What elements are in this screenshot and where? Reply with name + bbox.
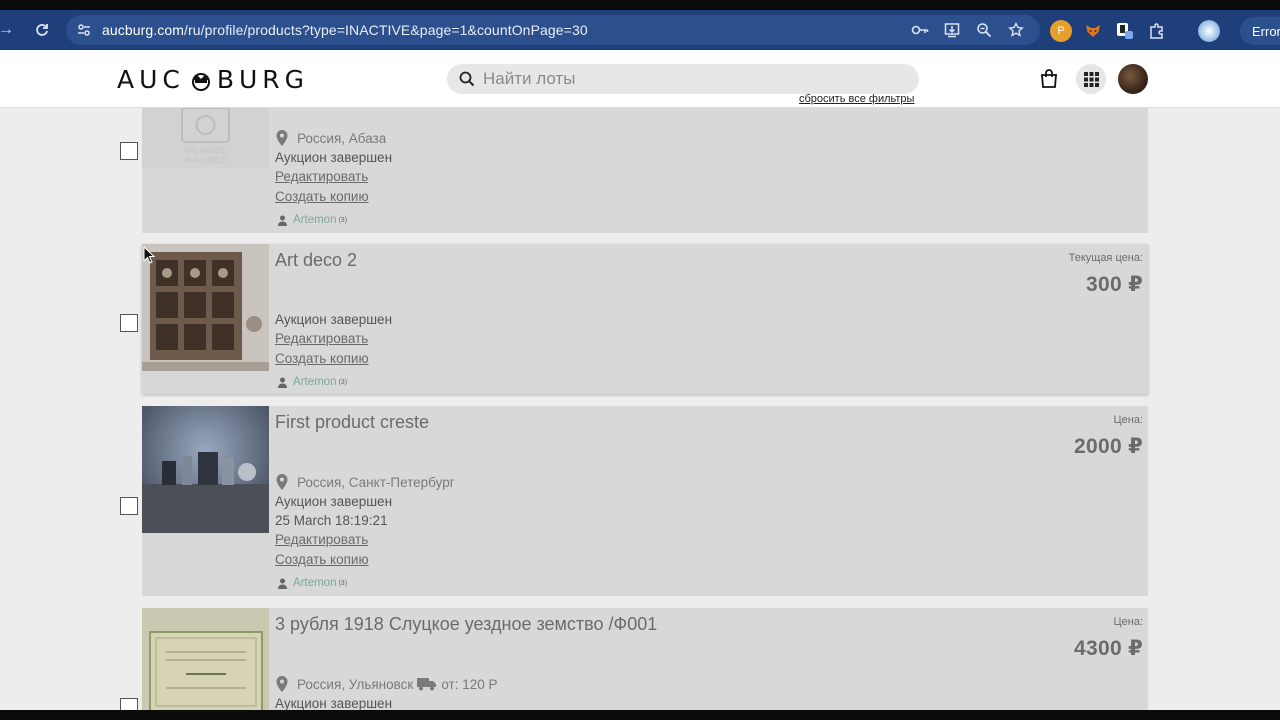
reload-icon[interactable] xyxy=(28,16,56,44)
install-app-icon[interactable] xyxy=(942,20,962,40)
create-copy-link[interactable]: Создать копию xyxy=(275,351,369,366)
product-image[interactable] xyxy=(142,406,269,533)
screen-bottom-strip xyxy=(0,710,1280,720)
extension-fox-icon[interactable] xyxy=(1082,20,1104,42)
product-title[interactable]: 3 рубля 1918 Слуцкое уездное земство /Ф0… xyxy=(275,614,657,635)
product-image[interactable] xyxy=(142,244,269,371)
product-location: Россия, Санкт-Петербург xyxy=(275,474,455,490)
delivery-truck-icon xyxy=(417,678,437,691)
mouse-cursor-icon xyxy=(143,246,155,264)
product-date: 25 March 18:19:21 xyxy=(275,513,388,528)
site-header: AUC BURG сбросить все фильтры xyxy=(0,50,1280,108)
price-label: Цена: xyxy=(1113,616,1143,628)
address-bar-icons xyxy=(910,20,1026,40)
no-image-placeholder: NO IMAGE AVAILABLE xyxy=(142,108,269,168)
screen-top-strip xyxy=(0,0,1280,10)
key-icon[interactable] xyxy=(910,20,930,40)
edit-link[interactable]: Редактировать xyxy=(275,532,368,547)
product-card[interactable]: 3 рубля 1918 Слуцкое уездное земство /Ф0… xyxy=(142,608,1148,710)
product-checkbox[interactable] xyxy=(120,314,138,332)
user-avatar[interactable] xyxy=(1118,64,1148,94)
seller-info[interactable]: Artemon (3) xyxy=(277,214,347,226)
reset-filters-link[interactable]: сбросить все фильтры xyxy=(799,93,914,105)
product-checkbox[interactable] xyxy=(120,497,138,515)
edit-link[interactable]: Редактировать xyxy=(275,169,368,184)
browser-toolbar: → aucburg.com/ru/profile/products?type=I… xyxy=(0,10,1280,50)
price-label: Цена: xyxy=(1113,414,1143,426)
location-pin-icon xyxy=(276,474,288,490)
site-settings-icon[interactable] xyxy=(76,22,92,43)
create-copy-link[interactable]: Создать копию xyxy=(275,189,369,204)
zoom-icon[interactable] xyxy=(974,20,994,40)
crown-icon xyxy=(191,72,210,91)
create-copy-link[interactable]: Создать копию xyxy=(275,552,369,567)
user-icon xyxy=(278,578,287,589)
seller-info[interactable]: Artemon (3) xyxy=(277,376,347,388)
apps-grid-icon[interactable] xyxy=(1076,64,1106,94)
product-image[interactable] xyxy=(142,608,269,710)
product-card[interactable]: First product creste Цена: 2000 ₽ Россия… xyxy=(142,406,1148,596)
product-status: Аукцион завершен xyxy=(275,312,393,327)
extensions-puzzle-icon[interactable] xyxy=(1146,20,1168,42)
product-price: 300 ₽ xyxy=(1086,273,1143,296)
search-input[interactable] xyxy=(483,69,903,89)
product-location: Россия, Ульяновск от: 120 Р xyxy=(275,676,498,692)
location-pin-icon xyxy=(276,676,288,692)
product-status: Аукцион завершен xyxy=(275,696,393,710)
bookmark-star-icon[interactable] xyxy=(1006,20,1026,40)
product-card[interactable]: NO IMAGE AVAILABLE Россия, Абаза Аукцион… xyxy=(142,108,1148,233)
no-image-text: NO IMAGE AVAILABLE xyxy=(184,146,227,165)
url-text: aucburg.com/ru/profile/products?type=INA… xyxy=(102,22,588,38)
price-label: Текущая цена: xyxy=(1068,252,1143,264)
search-bar[interactable] xyxy=(447,64,919,94)
product-location: Россия, Абаза xyxy=(275,130,386,146)
product-checkbox[interactable] xyxy=(120,142,138,160)
profile-globe-icon[interactable] xyxy=(1198,20,1220,42)
product-status: Аукцион завершен xyxy=(275,494,393,509)
product-title[interactable]: Art deco 2 xyxy=(275,250,357,271)
profile-error-button[interactable]: Error xyxy=(1240,17,1280,45)
seller-info[interactable]: Artemon (3) xyxy=(277,577,347,589)
extension-tab-icon[interactable] xyxy=(1114,20,1136,42)
location-pin-icon xyxy=(276,130,288,146)
product-card[interactable]: Art deco 2 Текущая цена: 300 ₽ Аукцион з… xyxy=(142,244,1148,394)
product-checkbox[interactable] xyxy=(120,698,138,710)
product-price: 2000 ₽ xyxy=(1074,435,1143,458)
extensions-area: P xyxy=(1050,20,1220,42)
product-price: 4300 ₽ xyxy=(1074,637,1143,660)
user-icon xyxy=(278,215,287,226)
user-icon xyxy=(278,377,287,388)
address-bar[interactable]: aucburg.com/ru/profile/products?type=INA… xyxy=(66,15,1040,45)
aucburg-logo[interactable]: AUC BURG xyxy=(117,65,309,94)
shopping-bag-icon[interactable] xyxy=(1040,68,1058,88)
product-status: Аукцион завершен xyxy=(275,150,393,165)
products-list: NO IMAGE AVAILABLE Россия, Абаза Аукцион… xyxy=(0,108,1280,710)
product-title[interactable]: First product creste xyxy=(275,412,429,433)
extension-p-icon[interactable]: P xyxy=(1050,20,1072,42)
forward-icon[interactable]: → xyxy=(0,16,20,44)
edit-link[interactable]: Редактировать xyxy=(275,331,368,346)
search-icon xyxy=(459,71,475,87)
